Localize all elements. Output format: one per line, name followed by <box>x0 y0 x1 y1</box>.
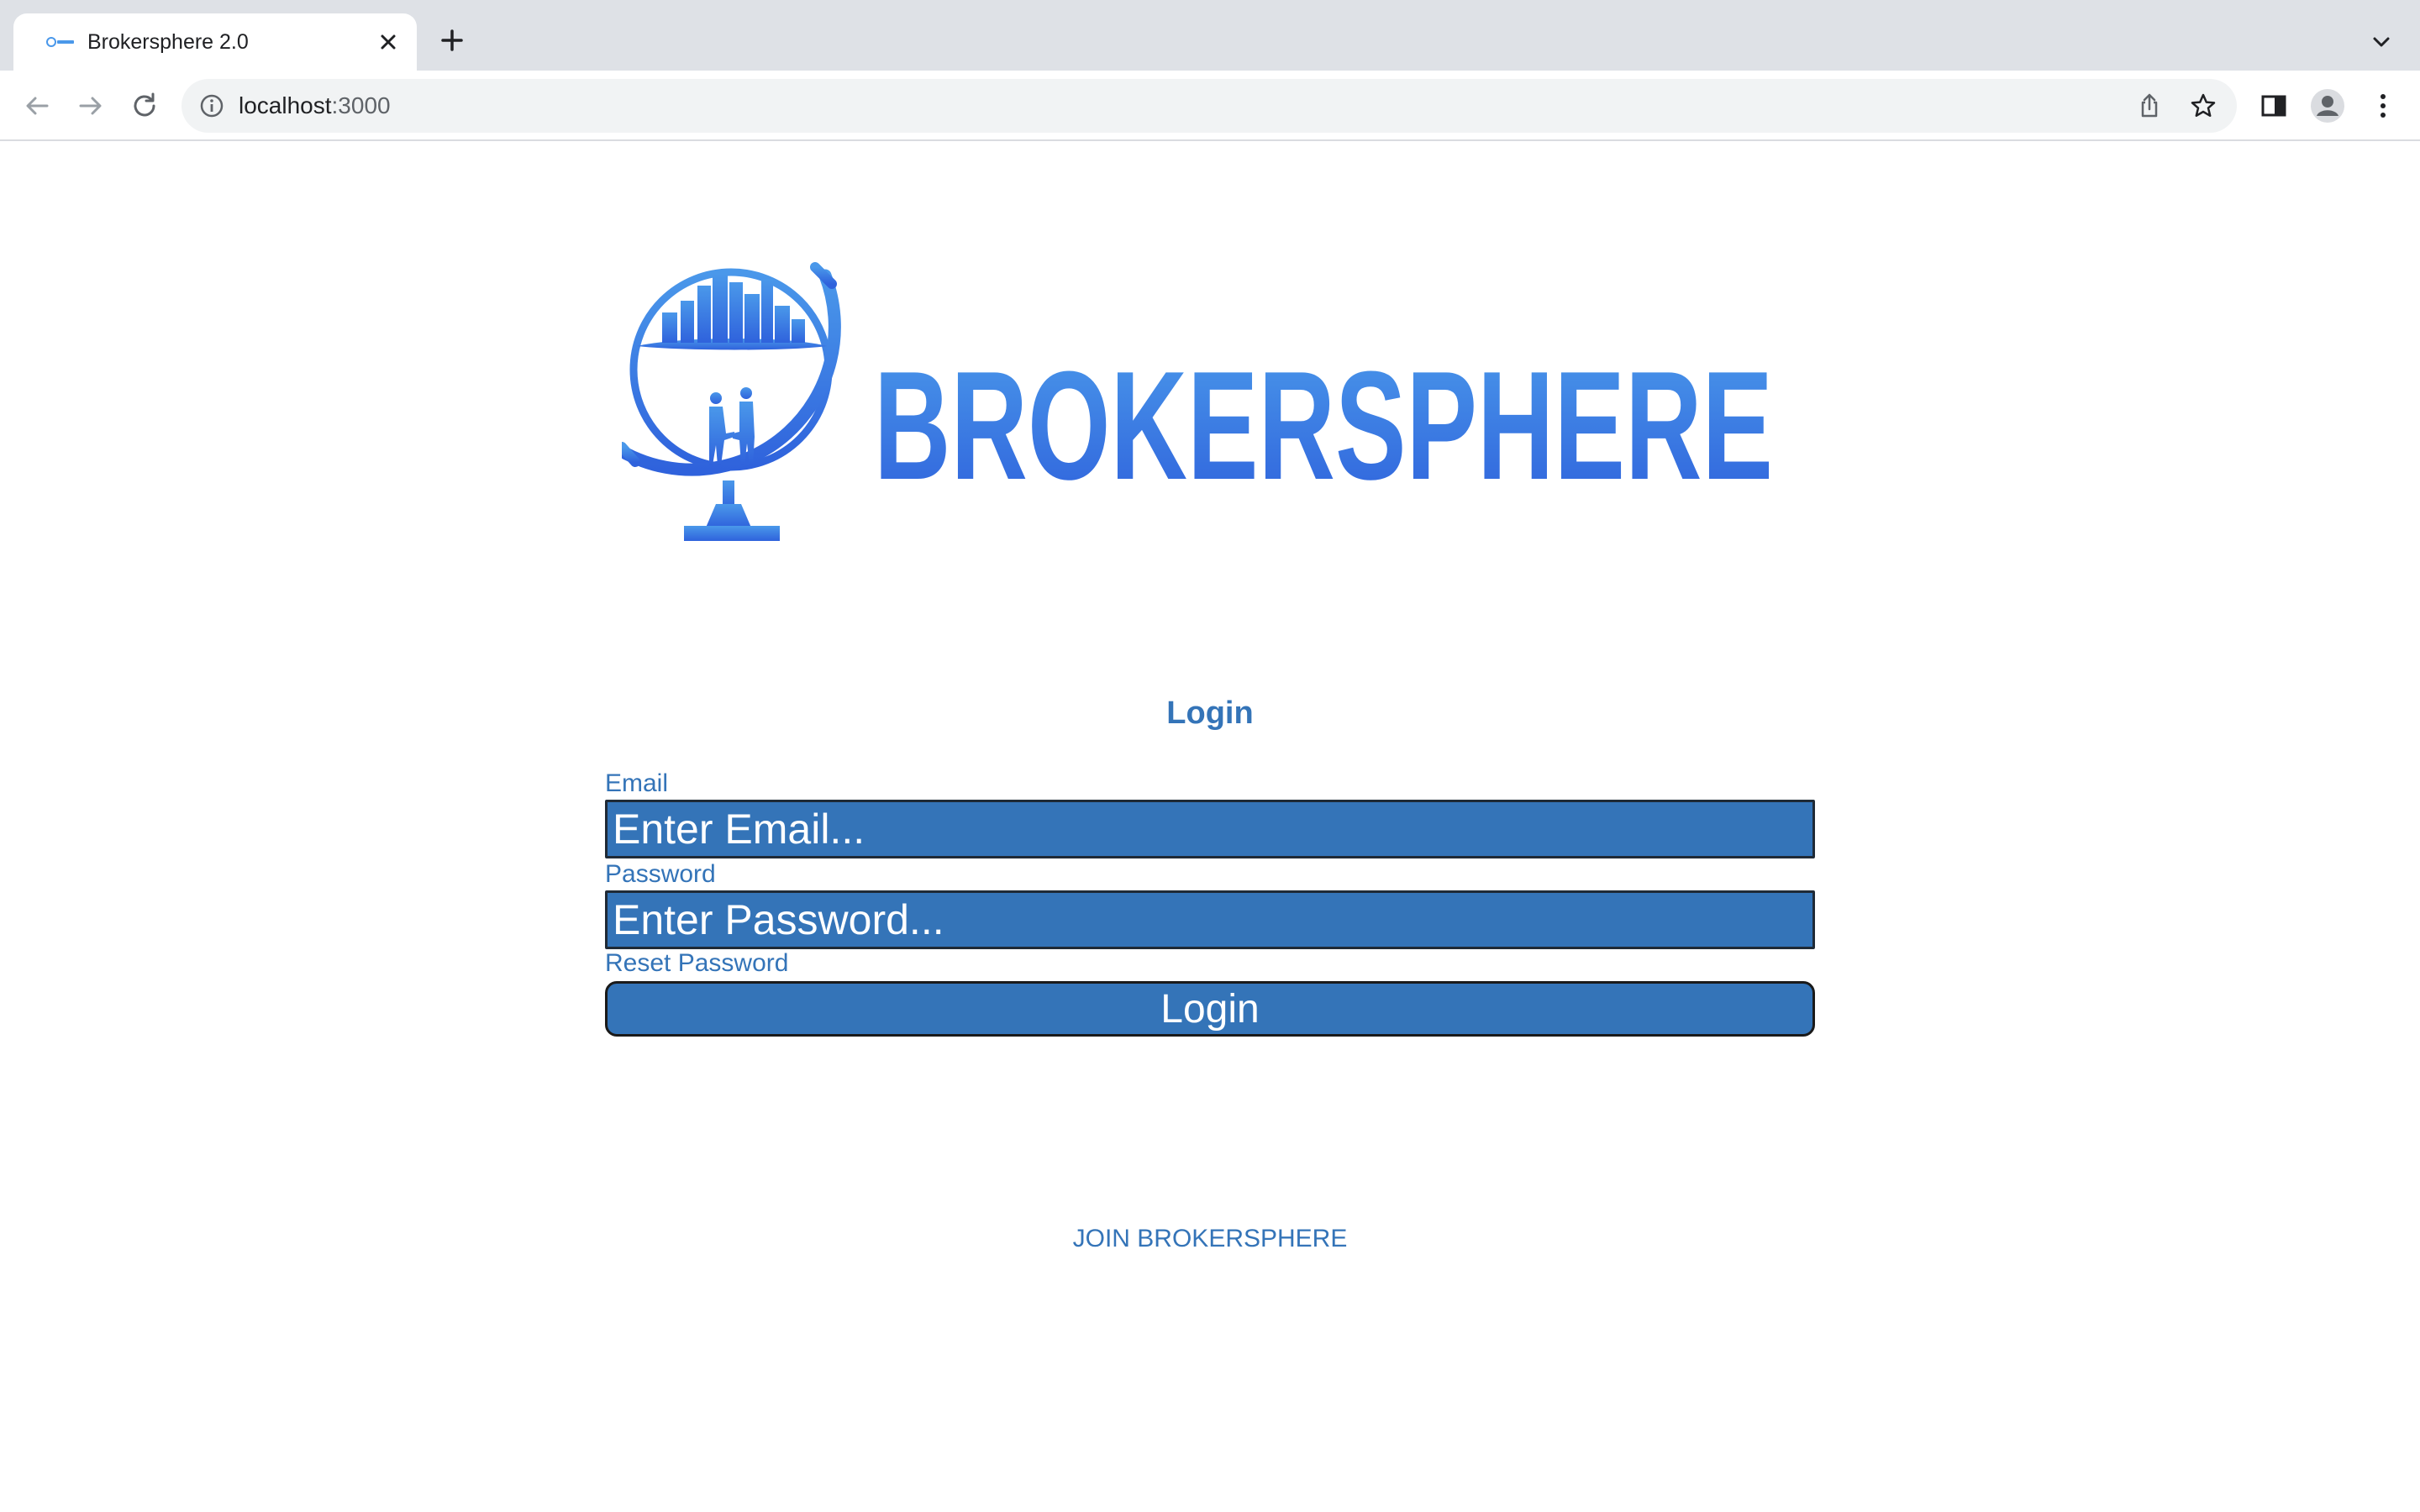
address-bar[interactable]: localhost:3000 <box>182 79 2237 133</box>
back-arrow-icon[interactable] <box>18 87 55 124</box>
plus-icon[interactable] <box>434 22 471 59</box>
tab-title: Brokersphere 2.0 <box>87 30 249 54</box>
brokersphere-logo: BROKERSPHERE <box>622 262 1773 541</box>
star-icon[interactable] <box>2188 91 2218 121</box>
password-input[interactable] <box>605 890 1815 949</box>
email-input[interactable] <box>605 800 1815 858</box>
url-host: localhost <box>239 92 332 118</box>
globe-icon <box>622 262 841 541</box>
join-brokersphere-link[interactable]: JOIN BROKERSPHERE <box>0 1225 2420 1253</box>
login-button[interactable]: Login <box>605 981 1815 1037</box>
info-icon[interactable] <box>198 92 225 119</box>
password-label: Password <box>605 860 716 888</box>
url-port: :3000 <box>331 92 391 118</box>
reset-password-link[interactable]: Reset Password <box>605 949 788 978</box>
reload-icon[interactable] <box>126 87 163 124</box>
profile-icon[interactable] <box>2309 87 2346 124</box>
login-heading: Login <box>1166 696 1254 731</box>
page-content: BROKERSPHERE Login Email Password Reset … <box>0 143 2420 1512</box>
chevron-down-icon[interactable] <box>2368 29 2395 55</box>
browser-tab-strip: Brokersphere 2.0 <box>0 0 2420 71</box>
kebab-menu-icon[interactable] <box>2365 87 2402 124</box>
email-label: Email <box>605 769 669 797</box>
browser-tab[interactable]: Brokersphere 2.0 <box>13 13 417 71</box>
close-icon[interactable] <box>375 29 402 55</box>
brokersphere-favicon-icon <box>46 37 74 47</box>
share-icon[interactable] <box>2134 91 2165 121</box>
brand-wordmark: BROKERSPHERE <box>874 339 1773 512</box>
browser-toolbar: localhost:3000 <box>0 71 2420 141</box>
side-panel-icon[interactable] <box>2255 87 2292 124</box>
forward-arrow-icon[interactable] <box>72 87 109 124</box>
url-text: localhost:3000 <box>239 79 391 133</box>
